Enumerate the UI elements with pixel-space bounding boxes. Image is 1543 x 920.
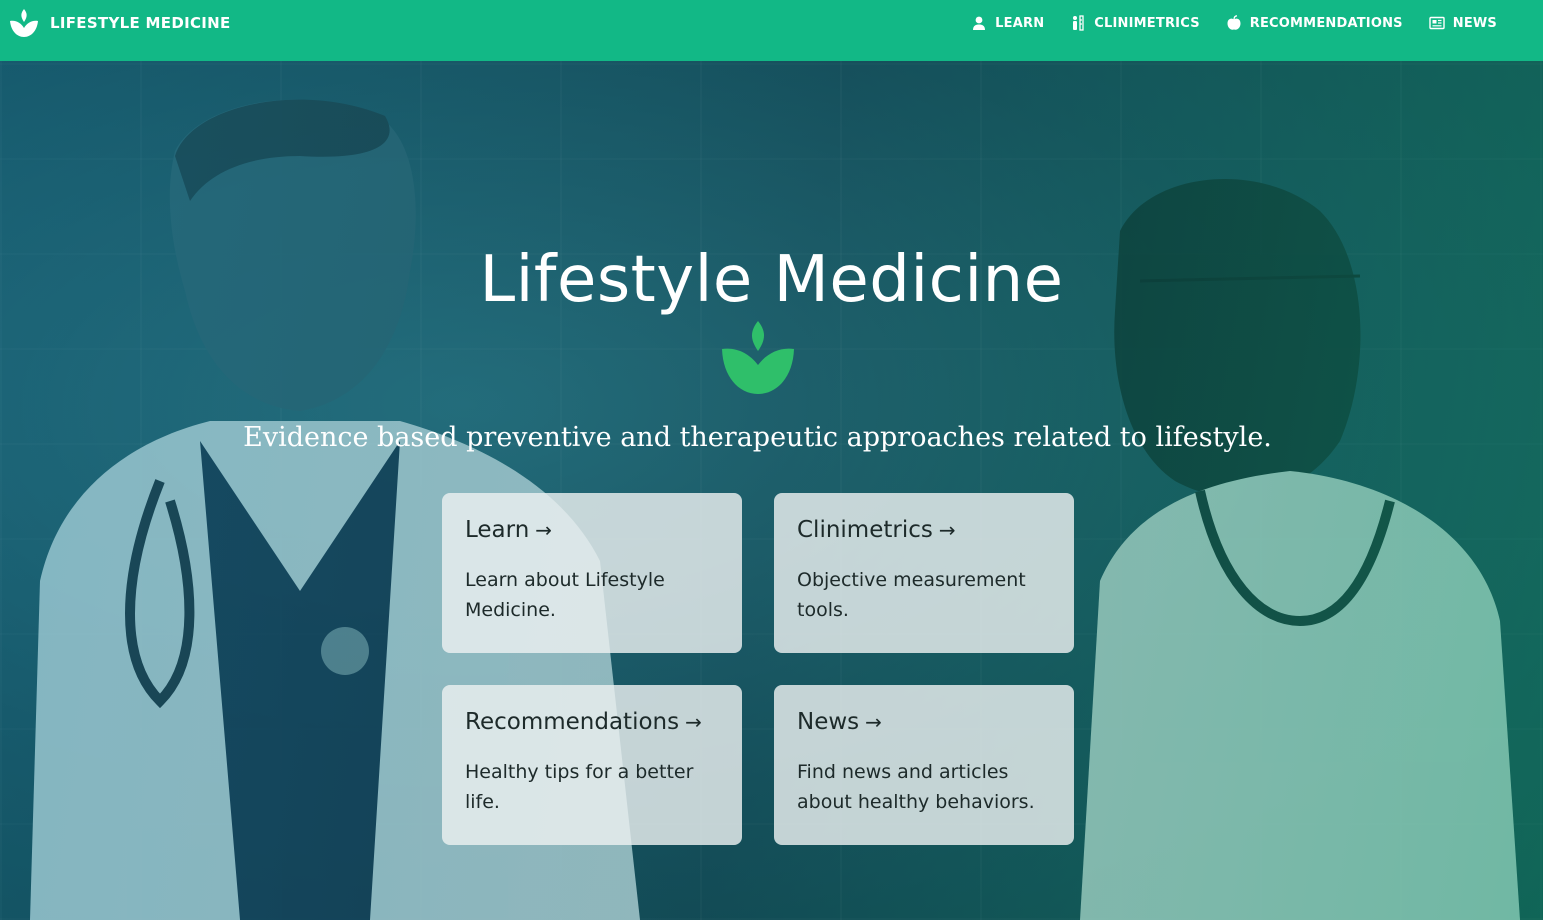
top-navbar: LIFESTYLE MEDICINE LEARN CLINIMETRICS RE… bbox=[0, 0, 1543, 61]
nav-recommendations[interactable]: RECOMMENDATIONS bbox=[1226, 15, 1403, 31]
arrow-right-icon: → bbox=[685, 710, 702, 734]
brand-link[interactable]: LIFESTYLE MEDICINE bbox=[8, 7, 231, 39]
brand-name: LIFESTYLE MEDICINE bbox=[50, 14, 231, 32]
nav-news-label: NEWS bbox=[1452, 15, 1497, 31]
card-news-description: Find news and articles about healthy beh… bbox=[797, 761, 1035, 813]
hero-title: Lifestyle Medicine bbox=[479, 243, 1064, 317]
hero-section: Lifestyle Medicine Evidence based preven… bbox=[0, 61, 1543, 920]
main-nav: LEARN CLINIMETRICS RECOMMENDATIONS NEWS bbox=[971, 12, 1497, 34]
arrow-right-icon: → bbox=[938, 518, 956, 542]
card-news[interactable]: News → Find news and articles about healt… bbox=[774, 685, 1074, 845]
card-recommendations-title: Recommendations → bbox=[465, 709, 719, 735]
card-news-title: News → bbox=[797, 709, 1051, 735]
card-recommendations[interactable]: Recommendations → Healthy tips for a bett… bbox=[442, 685, 742, 845]
apple-icon bbox=[1227, 15, 1241, 30]
nav-learn-label: LEARN bbox=[995, 15, 1045, 31]
card-learn-description: Learn about Lifestyle Medicine. bbox=[465, 569, 665, 621]
nav-news[interactable]: NEWS bbox=[1429, 15, 1497, 31]
nav-clinimetrics[interactable]: CLINIMETRICS bbox=[1070, 15, 1200, 31]
card-recommendations-description: Healthy tips for a better life. bbox=[465, 761, 694, 813]
nav-clinimetrics-label: CLINIMETRICS bbox=[1094, 15, 1200, 31]
measurement-icon bbox=[1073, 15, 1084, 31]
hero-subtitle: Evidence based preventive and therapeuti… bbox=[243, 422, 1272, 453]
card-clinimetrics-title-text: Clinimetrics bbox=[797, 517, 933, 543]
card-clinimetrics[interactable]: Clinimetrics → Objective measurement tool… bbox=[774, 493, 1074, 653]
card-learn[interactable]: Learn → Learn about Lifestyle Medicine. bbox=[442, 493, 742, 653]
card-clinimetrics-description: Objective measurement tools. bbox=[797, 569, 1026, 621]
arrow-right-icon: → bbox=[535, 518, 553, 542]
leaf-logo-icon bbox=[722, 321, 794, 394]
card-clinimetrics-title: Clinimetrics → bbox=[797, 517, 1051, 543]
leaf-logo-icon bbox=[10, 9, 38, 37]
arrow-right-icon: → bbox=[865, 710, 882, 734]
card-learn-title-text: Learn bbox=[465, 517, 530, 543]
card-learn-title: Learn → bbox=[465, 517, 719, 543]
newspaper-icon bbox=[1429, 16, 1445, 30]
nav-recommendations-label: RECOMMENDATIONS bbox=[1249, 15, 1403, 31]
nav-learn[interactable]: LEARN bbox=[971, 15, 1044, 31]
card-recommendations-title-text: Recommendations bbox=[465, 709, 680, 735]
card-news-title-text: News bbox=[797, 709, 860, 735]
person-icon bbox=[973, 16, 986, 30]
hero-color-overlay bbox=[0, 61, 1543, 920]
